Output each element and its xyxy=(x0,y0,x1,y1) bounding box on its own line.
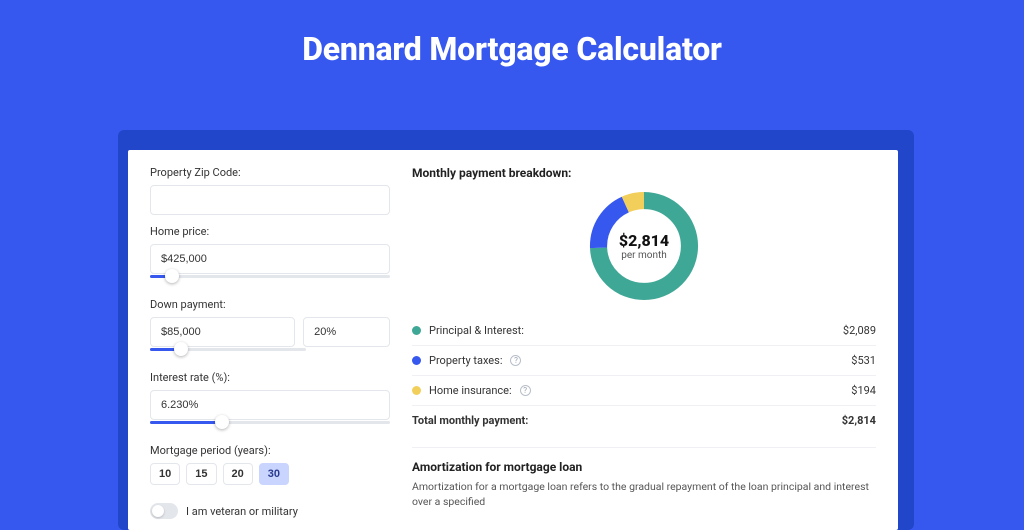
veteran-toggle[interactable] xyxy=(150,503,178,519)
period-group: Mortgage period (years): 10 15 20 30 xyxy=(150,444,390,485)
legend-row-taxes: Property taxes:? $531 xyxy=(412,346,876,376)
legend-row-total: Total monthly payment: $2,814 xyxy=(412,406,876,435)
slider-thumb[interactable] xyxy=(165,269,179,283)
veteran-row: I am veteran or military xyxy=(150,503,390,519)
legend-dot-icon xyxy=(412,386,421,395)
legend-row-insurance: Home insurance:? $194 xyxy=(412,376,876,406)
down-payment-percent-input[interactable] xyxy=(303,317,390,347)
period-option-10[interactable]: 10 xyxy=(150,463,180,485)
donut-center: $2,814 per month xyxy=(584,186,704,306)
donut-chart: $2,814 per month xyxy=(584,186,704,306)
total-amount: $2,814 xyxy=(842,414,876,427)
down-payment-amount-input[interactable] xyxy=(150,317,295,347)
donut-wrap: $2,814 per month xyxy=(412,186,876,306)
legend: Principal & Interest: $2,089 Property taxe… xyxy=(412,316,876,435)
slider-thumb[interactable] xyxy=(215,415,229,429)
info-icon[interactable]: ? xyxy=(510,355,521,366)
amortization-title: Amortization for mortgage loan xyxy=(412,447,876,474)
legend-label: Home insurance: xyxy=(429,384,512,397)
page-title: Dennard Mortgage Calculator xyxy=(0,0,1024,68)
legend-label: Principal & Interest: xyxy=(429,324,524,337)
interest-rate-input[interactable] xyxy=(150,390,390,420)
legend-dot-icon xyxy=(412,356,421,365)
home-price-group: Home price: xyxy=(150,225,390,288)
interest-rate-slider[interactable] xyxy=(150,420,390,434)
interest-rate-group: Interest rate (%): xyxy=(150,371,390,434)
legend-dot-icon xyxy=(412,326,421,335)
slider-thumb[interactable] xyxy=(174,342,188,356)
toggle-knob xyxy=(152,505,164,517)
legend-row-principal: Principal & Interest: $2,089 xyxy=(412,316,876,346)
donut-amount: $2,814 xyxy=(619,231,669,250)
down-payment-slider[interactable] xyxy=(150,347,306,361)
breakdown-title: Monthly payment breakdown: xyxy=(412,166,876,180)
legend-amount: $2,089 xyxy=(843,324,876,337)
legend-label: Property taxes: xyxy=(429,354,502,367)
down-payment-label: Down payment: xyxy=(150,298,390,311)
summary-column: Monthly payment breakdown: $2,814 per mo… xyxy=(412,166,876,524)
calculator-card: Property Zip Code: Home price: Down paym… xyxy=(128,150,898,530)
legend-amount: $531 xyxy=(851,354,876,367)
interest-rate-label: Interest rate (%): xyxy=(150,371,390,384)
home-price-input[interactable] xyxy=(150,244,390,274)
home-price-label: Home price: xyxy=(150,225,390,238)
info-icon[interactable]: ? xyxy=(520,385,531,396)
form-column: Property Zip Code: Home price: Down paym… xyxy=(150,166,390,524)
period-label: Mortgage period (years): xyxy=(150,444,390,457)
zip-field-group: Property Zip Code: xyxy=(150,166,390,215)
period-option-20[interactable]: 20 xyxy=(223,463,253,485)
veteran-label: I am veteran or military xyxy=(186,505,298,518)
zip-label: Property Zip Code: xyxy=(150,166,390,179)
period-option-15[interactable]: 15 xyxy=(186,463,216,485)
period-options: 10 15 20 30 xyxy=(150,463,390,485)
amortization-text: Amortization for a mortgage loan refers … xyxy=(412,480,876,509)
total-label: Total monthly payment: xyxy=(412,414,528,427)
period-option-30[interactable]: 30 xyxy=(259,463,289,485)
donut-sub: per month xyxy=(621,250,667,261)
legend-amount: $194 xyxy=(851,384,876,397)
home-price-slider[interactable] xyxy=(150,274,390,288)
down-payment-group: Down payment: xyxy=(150,298,390,361)
zip-input[interactable] xyxy=(150,185,390,215)
